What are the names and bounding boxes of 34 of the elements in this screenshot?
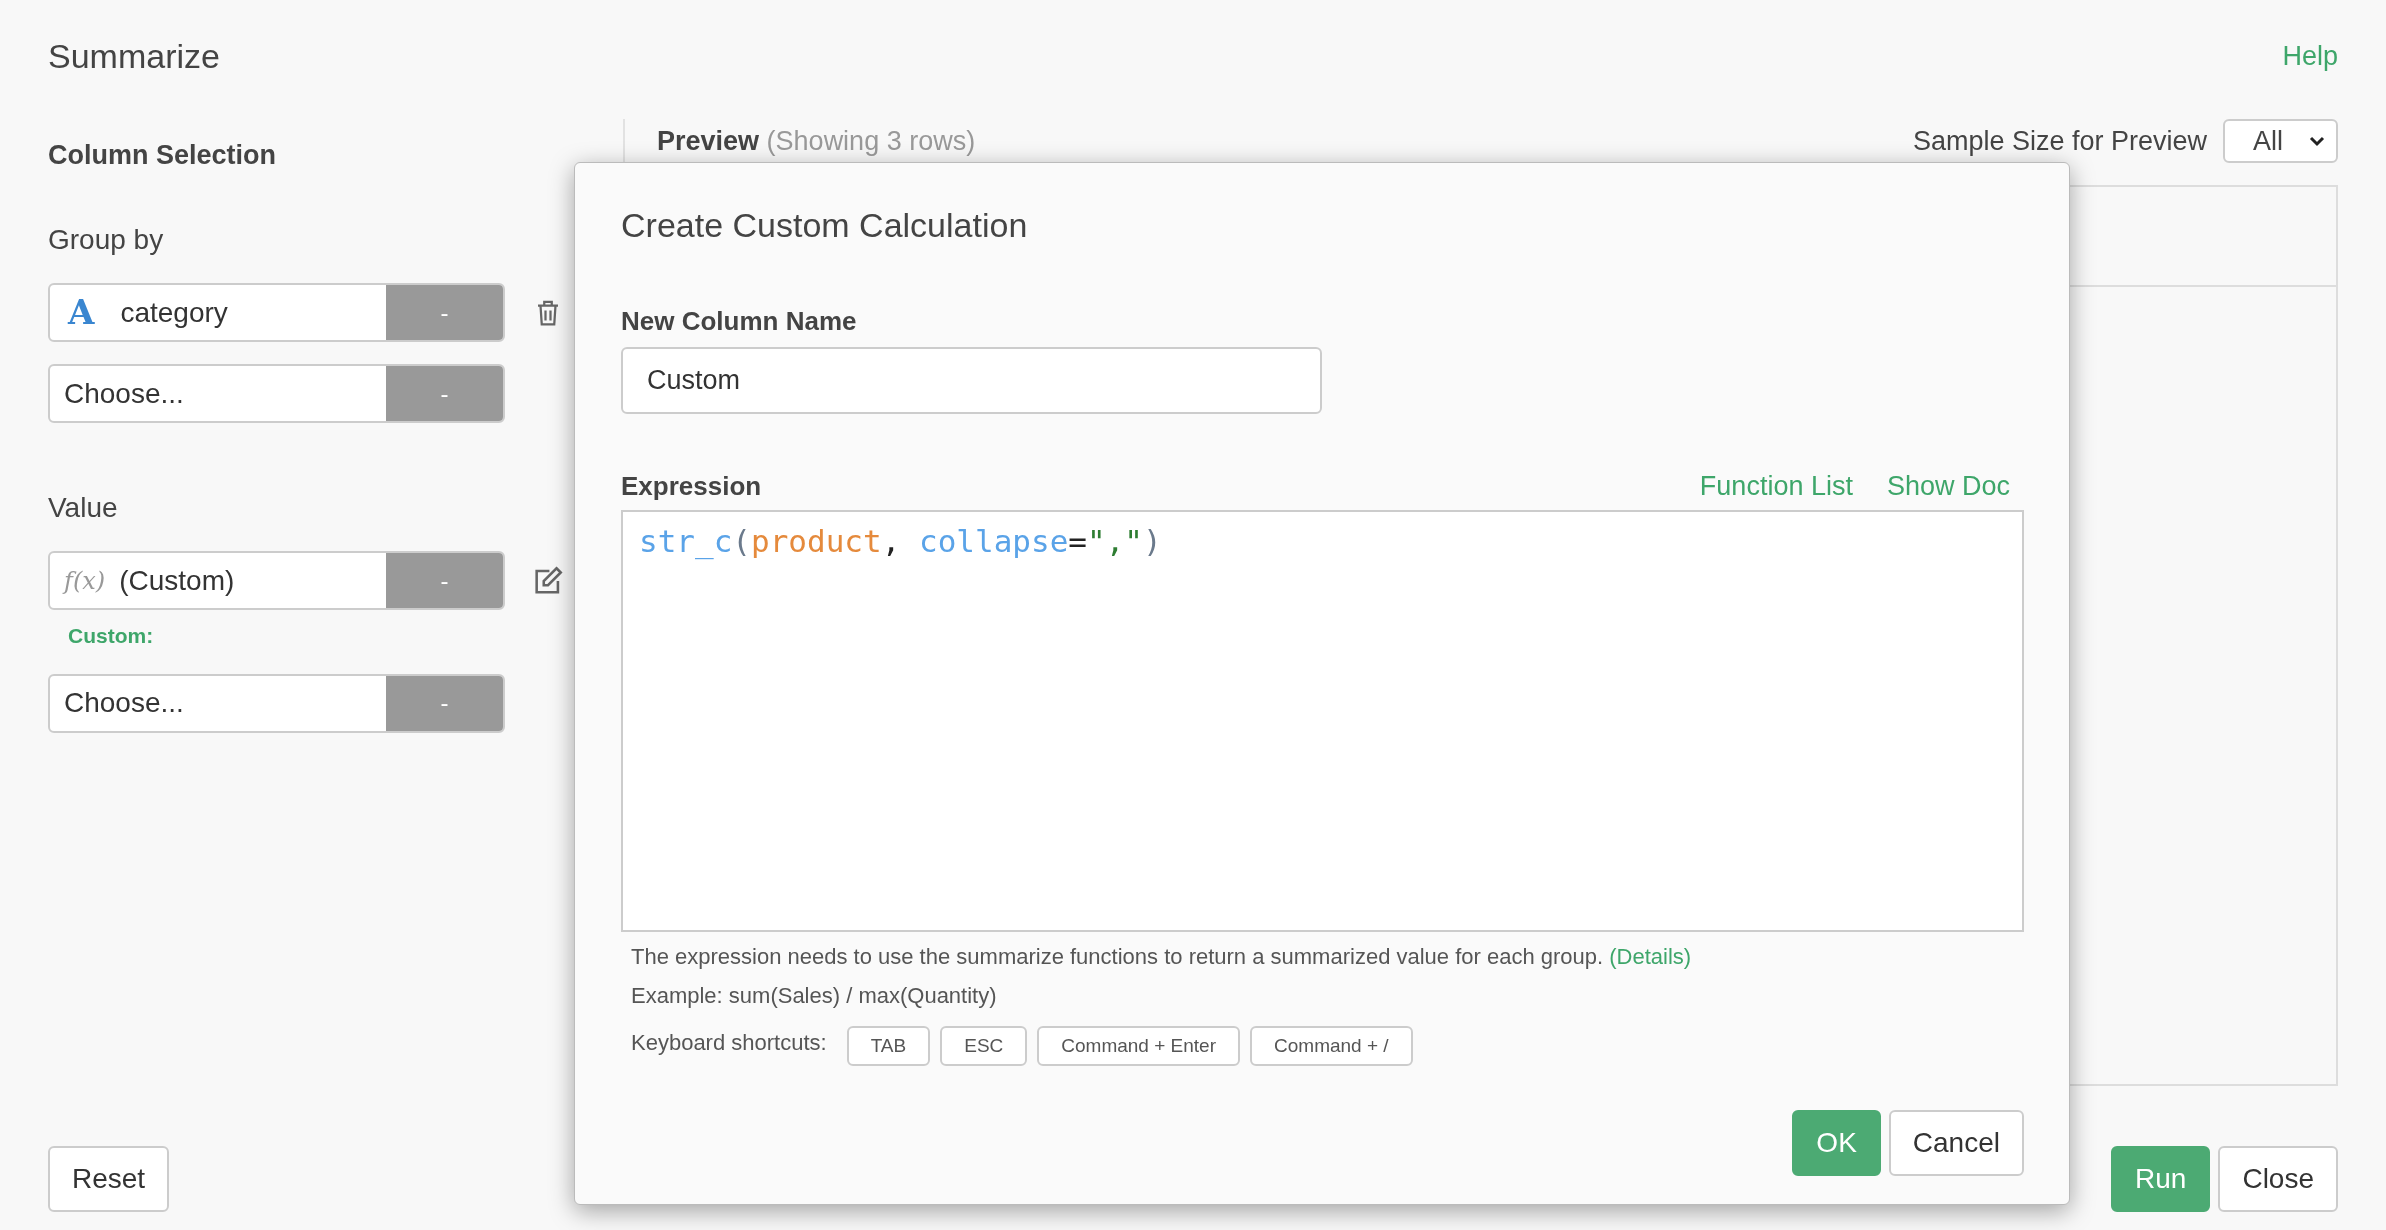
key-hint: Command + /: [1250, 1026, 1413, 1067]
column-name-field[interactable]: Custom: [621, 346, 1322, 414]
select-value: (Custom): [119, 563, 235, 598]
preview-title: Preview: [657, 125, 760, 156]
close-button[interactable]: Close: [2218, 1146, 2338, 1212]
text-type-icon: A: [68, 287, 95, 339]
select-value: category: [120, 295, 228, 330]
select-value: Choose...: [64, 686, 184, 721]
sample-size-select[interactable]: All: [2223, 118, 2338, 163]
section-heading: Column Selection: [48, 138, 278, 172]
field-label: New Column Name: [621, 304, 858, 338]
dialog-title: Create Custom Calculation: [621, 205, 1029, 246]
custom-label: Custom:: [68, 623, 155, 650]
hint-text: The expression needs to use the summarize functions to return a summarized value for each group. (Details): [631, 943, 1693, 972]
key-hint: ESC: [940, 1026, 1028, 1067]
code-editor[interactable]: str_c(product, collapse=","): [621, 510, 2024, 933]
page-title: Summarize: [48, 36, 220, 77]
column-select[interactable]: Choose... -: [48, 673, 505, 733]
example-text: Example: sum(Sales) / max(Quantity): [631, 982, 998, 1011]
preview-subtitle: (Showing 3 rows): [766, 125, 976, 156]
column-select[interactable]: Choose... -: [48, 364, 505, 424]
reset-button[interactable]: Reset: [48, 1146, 170, 1212]
field-label: Expression: [621, 470, 762, 504]
column-select[interactable]: f(x) (Custom) -: [48, 551, 505, 611]
shortcuts-label: Keyboard shortcuts:: [631, 1029, 827, 1058]
function-icon: f(x): [64, 562, 106, 599]
select-value: Choose...: [64, 376, 184, 411]
cancel-button[interactable]: Cancel: [1888, 1110, 2024, 1176]
sample-size-label: Sample Size for Preview: [1912, 124, 2207, 158]
column-select[interactable]: A category -: [48, 283, 505, 343]
group-label: Group by: [48, 223, 165, 258]
key-hint: Command + Enter: [1037, 1026, 1240, 1067]
group-label: Value: [48, 491, 119, 526]
key-hint: TAB: [846, 1026, 931, 1067]
